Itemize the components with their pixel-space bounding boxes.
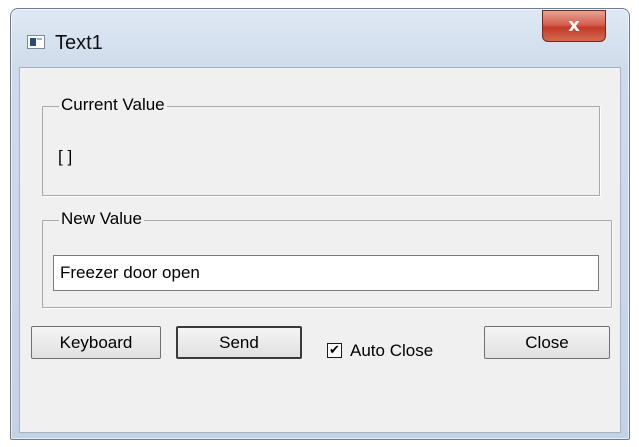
title-close-button[interactable]: x (542, 10, 606, 42)
current-value-text: [ ] (58, 147, 73, 166)
current-value-label: Current Value (59, 95, 167, 115)
dialog-window: Text1 x Current Value [ ] New Value Keyb… (10, 8, 630, 440)
dialog-client-area: Current Value [ ] New Value Keyboard Sen… (19, 67, 621, 433)
keyboard-button[interactable]: Keyboard (31, 326, 161, 359)
auto-close-checkbox[interactable]: ✔ (327, 343, 342, 358)
title-bar[interactable]: Text1 x (11, 9, 629, 67)
app-window-icon (27, 35, 45, 49)
current-value-group: Current Value [ ] (42, 95, 600, 196)
auto-close-label[interactable]: Auto Close (350, 341, 433, 361)
close-button[interactable]: Close (484, 326, 610, 359)
new-value-label: New Value (59, 209, 144, 229)
new-value-input[interactable] (53, 255, 599, 291)
new-value-group: New Value (42, 209, 612, 308)
window-title: Text1 (55, 32, 103, 54)
close-icon: x (568, 15, 580, 36)
send-button[interactable]: Send (176, 326, 302, 359)
